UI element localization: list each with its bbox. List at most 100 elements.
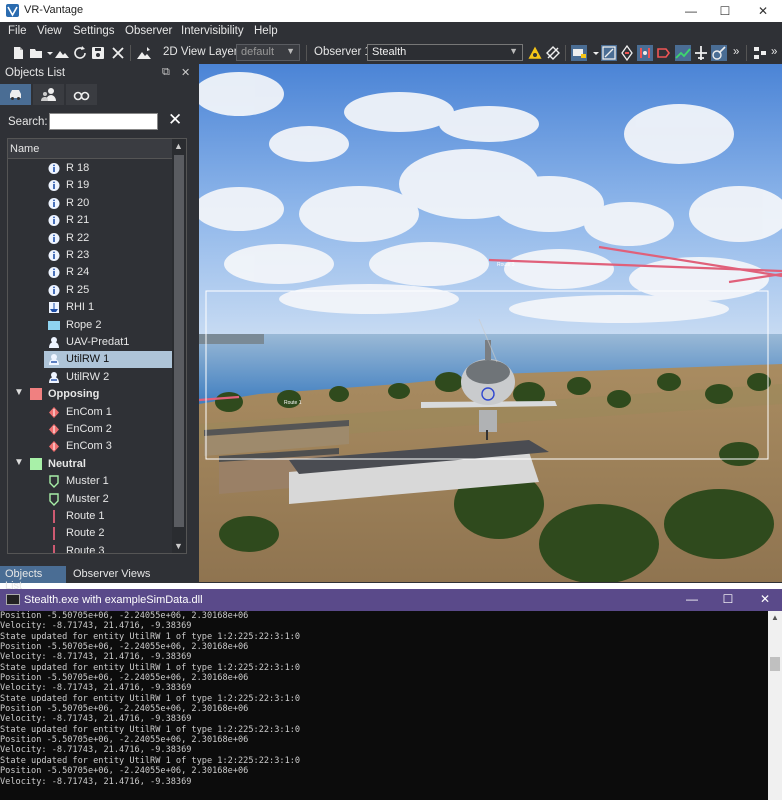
tree-item-label: R 21	[66, 214, 90, 227]
tree-item[interactable]: R 19	[8, 177, 173, 194]
tree-item[interactable]: R 20	[8, 195, 173, 212]
toolbar-overflow-right[interactable]: »	[771, 46, 777, 58]
tree-item[interactable]: R 22	[8, 230, 173, 247]
tree-item[interactable]: EnCom 1	[8, 404, 173, 421]
open-dropdown-arrow-icon[interactable]	[42, 45, 53, 61]
weapon-icon[interactable]	[711, 45, 727, 61]
scroll-down-arrow-icon[interactable]: ▼	[174, 541, 183, 551]
vehicle-view-icon[interactable]	[571, 45, 587, 61]
close-dock-icon[interactable]: ✕	[181, 66, 190, 79]
close-button[interactable]: ✕	[748, 2, 778, 20]
console-maximize-button[interactable]: ☐	[713, 592, 743, 606]
terrain-icon[interactable]	[54, 45, 70, 61]
minimize-button[interactable]: —	[676, 2, 706, 20]
menu-settings[interactable]: Settings	[73, 25, 115, 37]
scroll-up-arrow-icon[interactable]: ▲	[771, 613, 779, 622]
tree-item-label: Route 2	[66, 527, 105, 540]
tree-item[interactable]: R 23	[8, 247, 173, 264]
boat-icon	[48, 301, 60, 314]
dead-reckoning-icon[interactable]	[637, 45, 653, 61]
tree-item[interactable]: R 24	[8, 264, 173, 281]
console-line: Velocity: -8.71743, 21.4716, -9.38369	[0, 621, 192, 632]
scroll-thumb[interactable]	[174, 155, 184, 527]
tree-item[interactable]: Route 1	[8, 508, 173, 525]
tree-item[interactable]: EnCom 3	[8, 438, 173, 455]
warning-triangle-icon[interactable]	[527, 45, 543, 61]
tree-group-neutral[interactable]: ▼ Neutral	[8, 456, 173, 473]
view-layer-select[interactable]: default ▼	[236, 44, 300, 61]
close-scenario-icon[interactable]	[110, 45, 126, 61]
console-line: Position -5.50705e+06, -2.24055e+06, 2.3…	[0, 642, 249, 653]
observer-select[interactable]: Stealth ▼	[367, 44, 523, 61]
tree-item[interactable]: UtilRW 2	[8, 369, 173, 386]
toolbar-separator	[565, 45, 566, 61]
tree-item-label: UtilRW 2	[66, 370, 110, 383]
label-toggle-icon[interactable]	[655, 45, 671, 61]
console-line: Position -5.50705e+06, -2.24055e+06, 2.3…	[0, 735, 249, 746]
observer-attach-icon[interactable]	[545, 45, 561, 61]
console-scrollbar[interactable]: ▲	[768, 611, 782, 800]
menu-observer[interactable]: Observer	[125, 25, 172, 37]
expand-arrow-icon[interactable]: ▼	[14, 457, 24, 468]
helicopter-icon	[48, 371, 60, 384]
tree-scrollbar[interactable]: ▲ ▼	[172, 139, 186, 553]
tree-item-label: R 25	[66, 283, 90, 296]
enemy-diamond-icon	[48, 440, 60, 453]
force-color-swatch	[30, 457, 42, 470]
console-line: Velocity: -8.71743, 21.4716, -9.38369	[0, 714, 192, 725]
tree-item[interactable]: Route 3	[8, 543, 173, 553]
maximize-button[interactable]: ☐	[710, 2, 740, 20]
tree-item[interactable]: UtilRW 1	[8, 351, 174, 369]
scroll-up-arrow-icon[interactable]: ▲	[174, 141, 183, 151]
menu-help[interactable]: Help	[254, 25, 278, 37]
float-dock-icon[interactable]: ⧉	[162, 66, 170, 79]
tab-vehicles[interactable]	[0, 84, 31, 105]
expand-arrow-icon[interactable]: ▼	[14, 387, 24, 398]
tree-item[interactable]: Muster 2	[8, 491, 173, 508]
menu-file[interactable]: File	[8, 25, 27, 37]
tab-objects-list[interactable]: Objects List	[0, 566, 66, 592]
refresh-icon[interactable]	[72, 45, 88, 61]
search-input[interactable]	[49, 113, 158, 130]
console-minimize-button[interactable]: —	[677, 592, 707, 606]
zoom-extent-icon[interactable]	[601, 45, 617, 61]
toolbar-overflow[interactable]: »	[733, 46, 739, 58]
terrain-edit-icon[interactable]	[136, 45, 152, 61]
tree-item[interactable]: R 25	[8, 282, 173, 299]
trajectory-icon[interactable]	[675, 45, 691, 61]
column-header-name[interactable]: Name	[8, 139, 173, 159]
objects-tree: Name R 18 R 19 R 20 R 21 R 22 R 23 R 24 R 25 RHI…	[7, 138, 187, 554]
save-icon[interactable]	[90, 45, 106, 61]
distant-ship	[199, 334, 264, 344]
vehicle-view-dropdown-icon[interactable]	[588, 45, 599, 61]
console-close-button[interactable]: ✕	[750, 592, 780, 606]
tab-observer-views[interactable]: Observer Views	[68, 566, 155, 583]
force-color-swatch	[30, 388, 42, 401]
tree-item[interactable]: UAV-Predat1	[8, 334, 173, 351]
tab-observers[interactable]	[66, 84, 97, 105]
info-circle-icon	[48, 214, 60, 227]
tree-item[interactable]: R 18	[8, 160, 173, 177]
tree-item[interactable]: EnCom 2	[8, 421, 173, 438]
tree-item[interactable]: RHI 1	[8, 299, 173, 316]
aircraft-icon[interactable]	[693, 45, 709, 61]
tree-item[interactable]: Muster 1	[8, 473, 173, 490]
network-icon[interactable]	[752, 45, 768, 61]
tree-group-label: Neutral	[48, 457, 86, 470]
compass-icon[interactable]	[619, 44, 635, 62]
console-scroll-thumb[interactable]	[770, 657, 780, 671]
tree-item-label: EnCom 3	[66, 440, 112, 453]
route-3-view-label: Route 3	[497, 262, 515, 268]
tab-people[interactable]	[33, 84, 64, 105]
observer-label: Observer 1	[314, 46, 371, 58]
tree-group-opposing[interactable]: ▼ Opposing	[8, 386, 173, 403]
tree-item[interactable]: R 21	[8, 212, 173, 229]
new-file-icon[interactable]	[10, 45, 26, 61]
3d-view[interactable]: Route 3 Route 1	[199, 64, 782, 582]
tree-item[interactable]: Rope 2	[8, 317, 173, 334]
console-output[interactable]: Position -5.50705e+06, -2.24055e+06, 2.3…	[0, 611, 766, 800]
menu-view[interactable]: View	[37, 25, 62, 37]
menu-intervisibility[interactable]: Intervisibility	[181, 25, 244, 37]
tree-item[interactable]: Route 2	[8, 525, 173, 542]
clear-search-icon[interactable]: ✕	[168, 110, 182, 130]
